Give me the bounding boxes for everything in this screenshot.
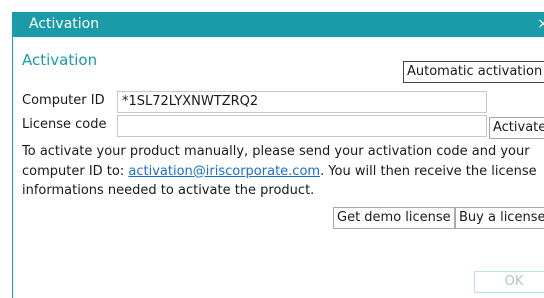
license-code-input[interactable] xyxy=(117,115,487,137)
computer-id-field[interactable]: *1SL72LYXNWTZRQ2 xyxy=(117,91,487,113)
activate-button[interactable]: Activate xyxy=(489,117,544,139)
activation-dialog: Activation × Activation Automatic activa… xyxy=(12,12,544,298)
ok-button[interactable]: OK xyxy=(474,271,544,293)
get-demo-license-button[interactable]: Get demo license xyxy=(333,207,455,229)
buy-license-button[interactable]: Buy a license xyxy=(455,207,544,229)
instructions-text: To activate your product manually, pleas… xyxy=(22,142,544,201)
automatic-activation-button[interactable]: Automatic activation xyxy=(403,61,544,83)
title-bar: Activation × xyxy=(13,12,544,37)
close-icon[interactable]: × xyxy=(537,12,544,37)
computer-id-label: Computer ID xyxy=(22,93,105,108)
window-title: Activation xyxy=(29,16,100,32)
section-title: Activation xyxy=(22,51,98,69)
license-code-label: License code xyxy=(22,117,107,132)
activation-email-link[interactable]: activation@iriscorporate.com xyxy=(128,164,320,179)
